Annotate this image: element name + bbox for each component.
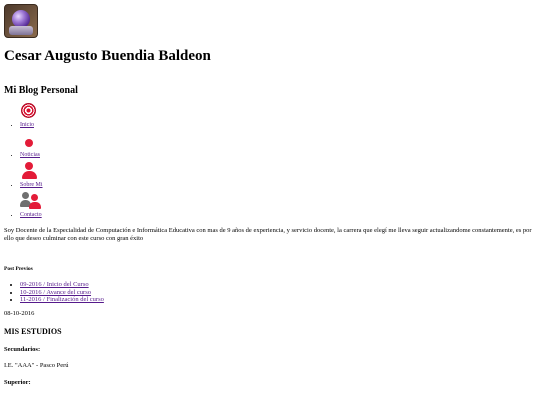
people-icon[interactable]	[20, 191, 60, 211]
nav-link-sobre-mi[interactable]: Sobre Mi	[20, 161, 60, 189]
previous-posts-list: 09-2016 / Inicio del Curso 10-2016 / Ava…	[4, 281, 536, 304]
dot-icon[interactable]	[20, 131, 60, 151]
page: Cesar Augusto Buendia Baldeon Mi Blog Pe…	[0, 0, 540, 387]
list-item: 10-2016 / Avance del curso	[20, 289, 536, 297]
nav-item-noticias: Noticias	[20, 131, 536, 161]
nav-link-inicio[interactable]: Inicio	[20, 101, 60, 129]
secundarios-label: Secundarios:	[4, 345, 41, 353]
nav-label-sobre-mi[interactable]: Sobre Mi	[20, 181, 60, 189]
studies-heading: MIS ESTUDIOS	[4, 326, 62, 336]
main-nav: Inicio Noticias Sobre Mi	[4, 101, 536, 221]
nav-item-inicio: Inicio	[20, 101, 536, 131]
target-icon[interactable]	[20, 101, 60, 121]
profile-name: Cesar Augusto Buendia Baldeon	[4, 48, 211, 64]
nav-item-sobre-mi: Sobre Mi	[20, 161, 536, 191]
list-item: 11-2016 / Finalización del curso	[20, 296, 536, 304]
superior-label: Superior:	[4, 378, 31, 386]
blog-title: Mi Blog Personal	[4, 85, 78, 96]
avatar	[4, 4, 38, 38]
person-icon[interactable]	[20, 161, 60, 181]
post-link-3[interactable]: 11-2016 / Finalización del curso	[20, 296, 104, 303]
entry-date: 08-10-2016	[4, 309, 35, 317]
avatar-base	[9, 26, 33, 35]
nav-label-noticias[interactable]: Noticias	[20, 151, 60, 159]
nav-link-contacto[interactable]: Contacto	[20, 191, 60, 219]
secundarios-value: I.E. "AAA" - Pasco Perú	[4, 361, 69, 369]
nav-link-noticias[interactable]: Noticias	[20, 131, 60, 159]
list-item: 09-2016 / Inicio del Curso	[20, 281, 536, 289]
bio-text: Soy Docente de la Especialidad de Comput…	[4, 227, 532, 242]
post-link-1[interactable]: 09-2016 / Inicio del Curso	[20, 281, 89, 288]
previous-posts-heading: Post Previos	[4, 266, 33, 272]
nav-label-contacto[interactable]: Contacto	[20, 211, 60, 219]
nav-item-contacto: Contacto	[20, 191, 536, 221]
post-link-2[interactable]: 10-2016 / Avance del curso	[20, 289, 91, 296]
nav-label-inicio[interactable]: Inicio	[20, 121, 60, 129]
